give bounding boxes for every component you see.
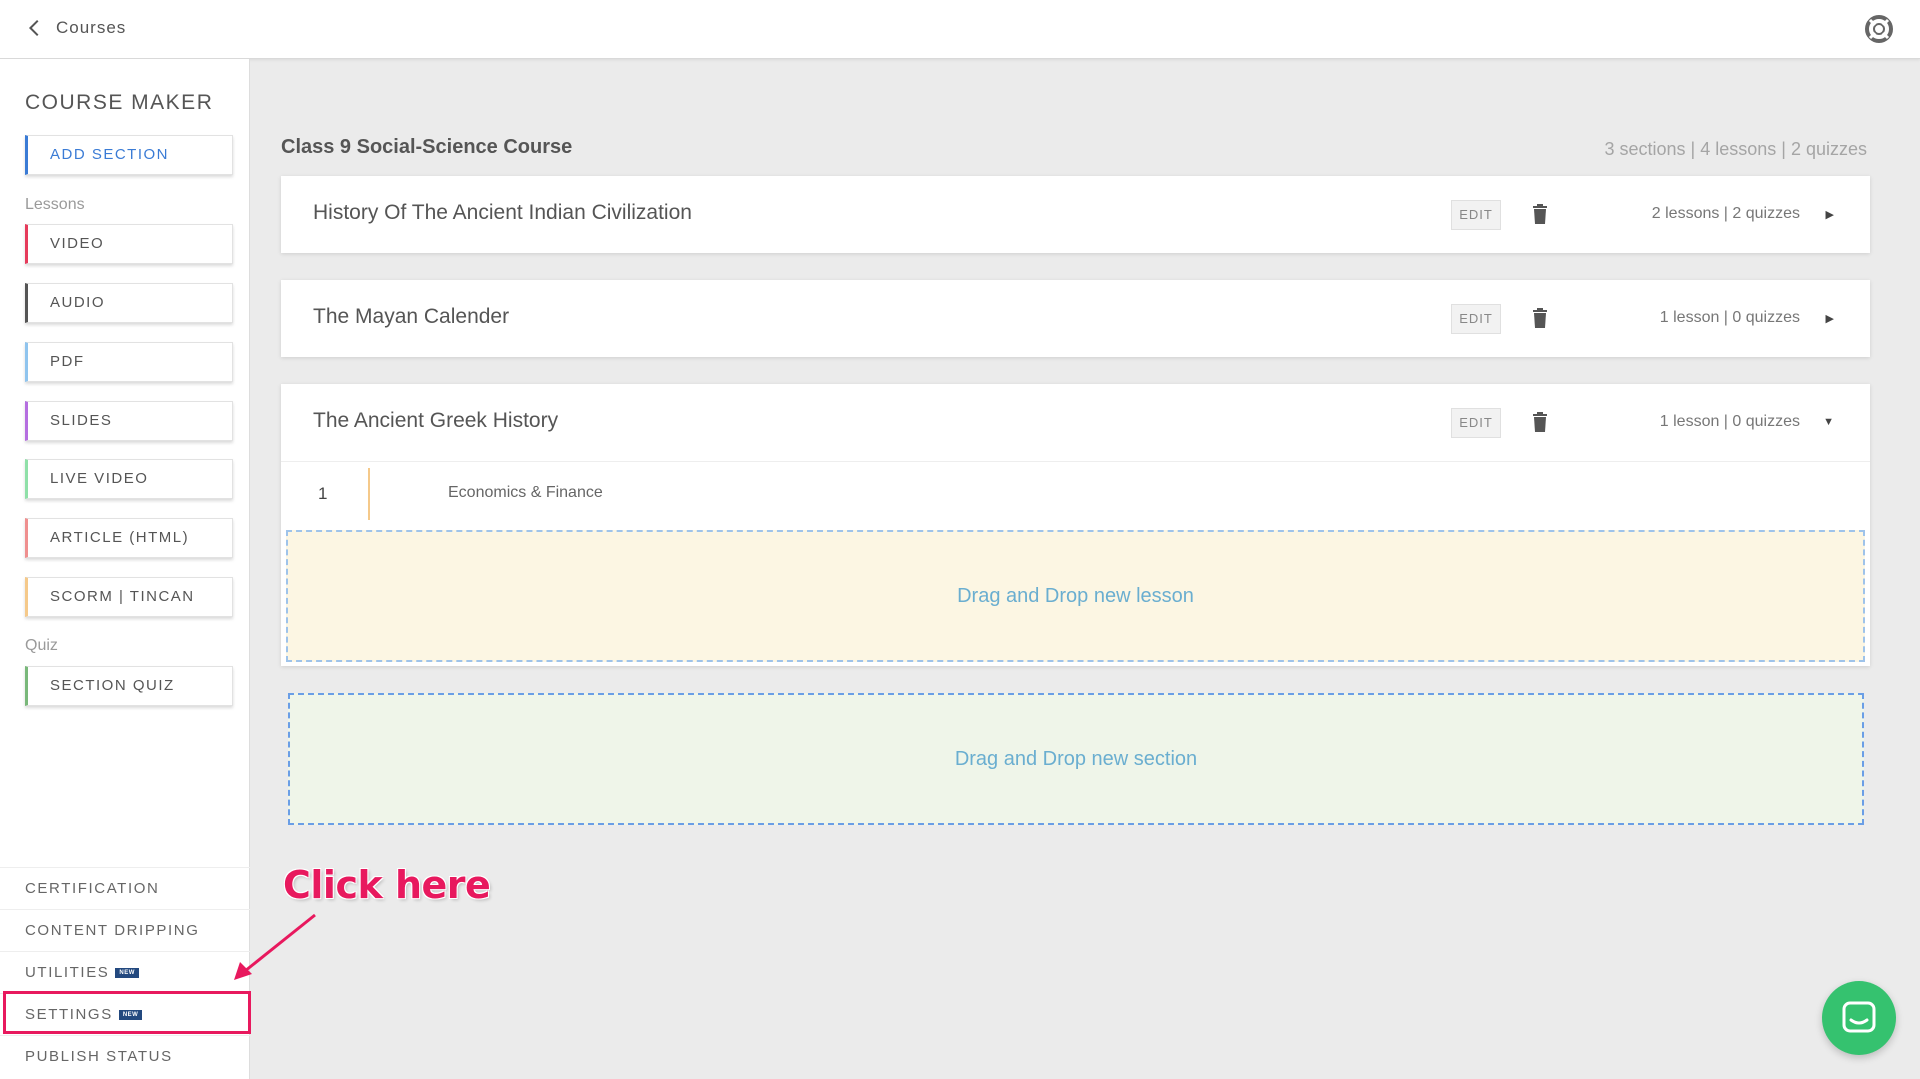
lesson-title[interactable]: Economics & Finance: [448, 484, 603, 502]
utilities-link[interactable]: UTILITIES NEW: [0, 951, 250, 993]
sidebar-title: COURSE MAKER: [25, 91, 214, 114]
scorm-tincan-tool[interactable]: SCORM | TINCAN: [25, 577, 233, 617]
video-tool[interactable]: VIDEO: [25, 224, 233, 264]
content-dripping-label: CONTENT DRIPPING: [25, 922, 200, 939]
section-name: The Mayan Calender: [313, 305, 510, 328]
section-card: History Of The Ancient Indian Civilizati…: [281, 176, 1870, 253]
publish-status-label: PUBLISH STATUS: [25, 1048, 173, 1065]
settings-label: SETTINGS: [25, 1006, 113, 1023]
collapse-arrow-icon[interactable]: ▼: [1823, 416, 1834, 428]
article-html-tool[interactable]: ARTICLE (HTML): [25, 518, 233, 558]
chat-launcher-button[interactable]: [1822, 981, 1896, 1055]
settings-link[interactable]: SETTINGS NEW: [0, 993, 250, 1035]
live-video-tool[interactable]: LIVE VIDEO: [25, 459, 233, 499]
expand-arrow-icon[interactable]: ▶: [1826, 208, 1834, 221]
new-badge: NEW: [115, 968, 139, 979]
section-drop-zone[interactable]: Drag and Drop new section: [288, 693, 1864, 825]
section-header[interactable]: The Ancient Greek History EDIT 1 lesson …: [281, 384, 1870, 461]
expand-arrow-icon[interactable]: ▶: [1826, 312, 1834, 325]
section-header[interactable]: History Of The Ancient Indian Civilizati…: [281, 176, 1870, 253]
course-title: Class 9 Social-Science Course: [281, 136, 573, 158]
new-badge: NEW: [118, 1010, 143, 1021]
course-stats: 3 sections | 4 lessons | 2 quizzes: [1604, 139, 1868, 159]
lesson-number: 1: [318, 484, 328, 503]
section-header[interactable]: The Mayan Calender EDIT 1 lesson | 0 qui…: [281, 280, 1870, 357]
quiz-group-label: Quiz: [25, 637, 58, 654]
section-name: The Ancient Greek History: [313, 409, 559, 432]
lessons-group-label: Lessons: [25, 196, 85, 213]
section-stats: 1 lesson | 0 quizzes: [1659, 413, 1800, 430]
back-to-courses-link[interactable]: Courses: [24, 17, 126, 39]
certification-link[interactable]: CERTIFICATION: [0, 867, 250, 909]
utilities-label: UTILITIES: [25, 964, 110, 981]
pdf-tool[interactable]: PDF: [25, 342, 233, 382]
publish-status-link[interactable]: PUBLISH STATUS: [0, 1035, 250, 1077]
edit-section-button[interactable]: EDIT: [1451, 408, 1501, 438]
section-card: The Ancient Greek History EDIT 1 lesson …: [281, 384, 1870, 666]
section-name: History Of The Ancient Indian Civilizati…: [313, 201, 692, 224]
annotation-arrow-icon: [234, 913, 316, 980]
drop-section-label: Drag and Drop new section: [954, 747, 1198, 770]
add-section-tool[interactable]: ADD SECTION: [25, 135, 233, 175]
drop-lesson-label: Drag and Drop new lesson: [957, 584, 1194, 607]
course-maker-sidebar: COURSE MAKER ADD SECTION Lessons VIDEO A…: [0, 59, 250, 1079]
content-dripping-link[interactable]: CONTENT DRIPPING: [0, 909, 250, 951]
lesson-type-bar: [368, 468, 370, 520]
edit-section-button[interactable]: EDIT: [1451, 200, 1501, 230]
slides-tool[interactable]: SLIDES: [25, 401, 233, 441]
section-stats: 1 lesson | 0 quizzes: [1659, 309, 1800, 326]
top-bar: Courses: [0, 0, 1920, 59]
section-quiz-tool[interactable]: SECTION QUIZ: [25, 666, 233, 706]
back-label: Courses: [56, 18, 127, 37]
lesson-drop-zone[interactable]: Drag and Drop new lesson: [286, 530, 1865, 662]
chat-icon: [1842, 1001, 1876, 1033]
trash-icon[interactable]: [1532, 204, 1548, 224]
edit-section-button[interactable]: EDIT: [1451, 304, 1501, 334]
click-here-annotation: Click here: [283, 863, 491, 907]
certification-label: CERTIFICATION: [25, 880, 160, 897]
section-stats: 2 lessons | 2 quizzes: [1651, 205, 1800, 222]
trash-icon[interactable]: [1532, 308, 1548, 328]
trash-icon[interactable]: [1532, 412, 1548, 432]
section-card: The Mayan Calender EDIT 1 lesson | 0 qui…: [281, 280, 1870, 357]
audio-tool[interactable]: AUDIO: [25, 283, 233, 323]
chevron-left-icon: [28, 19, 39, 37]
lesson-row[interactable]: 1 Economics & Finance: [281, 461, 1870, 527]
lifebuoy-icon[interactable]: [1864, 14, 1894, 44]
